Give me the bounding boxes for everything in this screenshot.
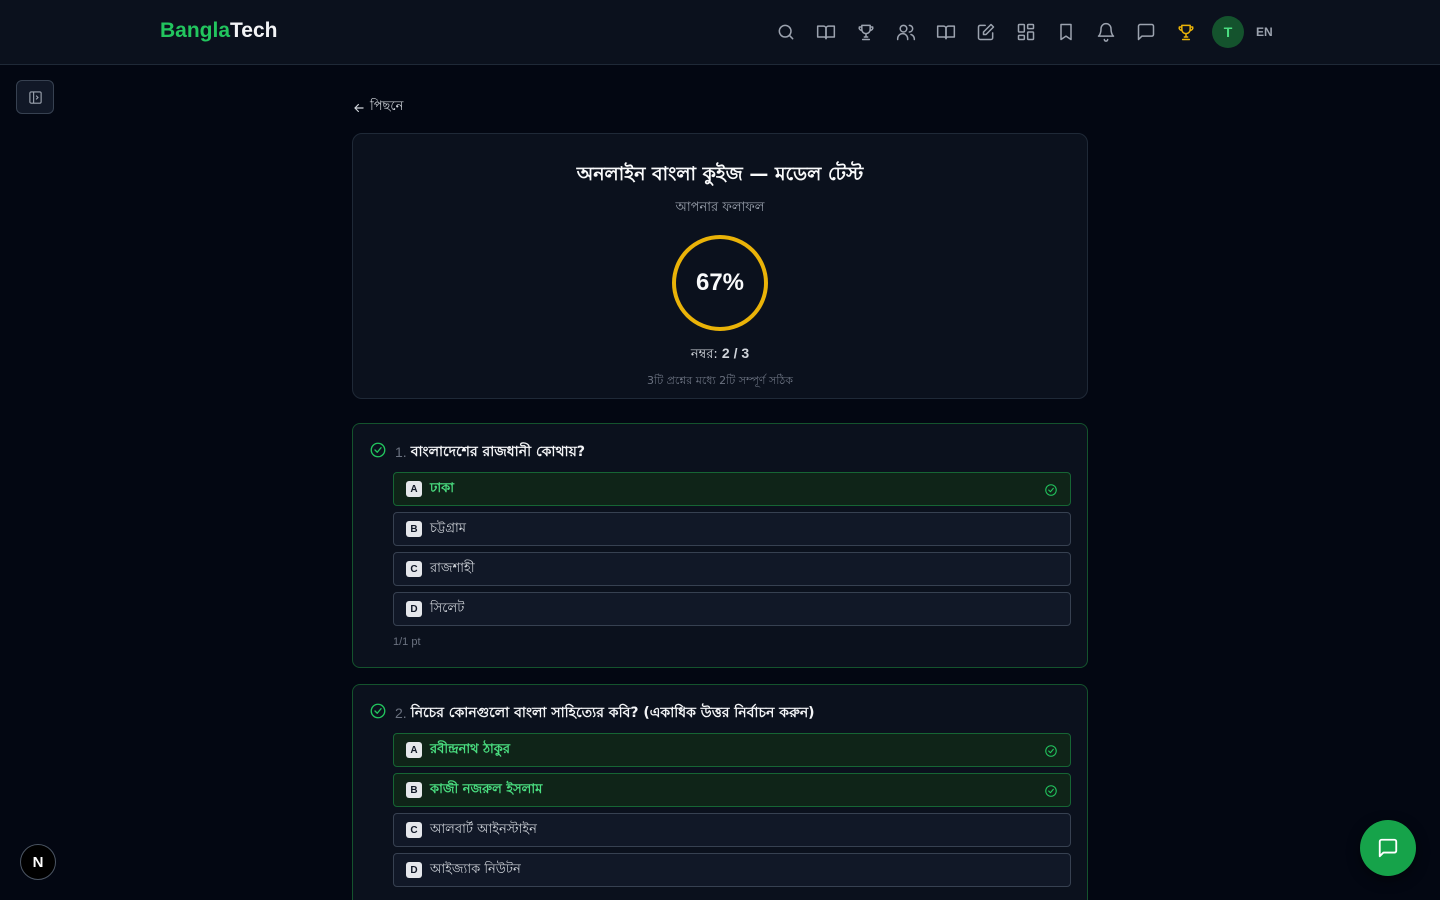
panel-left-icon bbox=[28, 90, 42, 104]
book-open-icon[interactable] bbox=[926, 12, 966, 52]
option-label: রাজশাহী bbox=[430, 560, 475, 576]
option-d[interactable]: D আইজ্যাক নিউটন bbox=[393, 853, 1071, 887]
check-circle-icon bbox=[1044, 783, 1058, 802]
option-label: আইজ্যাক নিউটন bbox=[430, 861, 521, 877]
question-number: 2. bbox=[395, 705, 407, 721]
brand-logo[interactable]: BanglaTech bbox=[160, 19, 277, 43]
check-circle-icon bbox=[369, 441, 387, 463]
option-label: আলবার্ট আইনস্টাইন bbox=[430, 821, 537, 837]
bell-icon[interactable] bbox=[1086, 12, 1126, 52]
arrow-left-icon bbox=[354, 103, 364, 112]
check-circle-icon bbox=[1044, 743, 1058, 762]
book-open-icon[interactable] bbox=[806, 12, 846, 52]
option-b[interactable]: B চট্টগ্রাম bbox=[393, 512, 1071, 546]
option-letter: B bbox=[406, 782, 422, 798]
score-detail: 3টি প্রশ্নের মধ্যে 2টি সম্পূর্ণ সঠিক bbox=[647, 374, 793, 387]
option-c[interactable]: C রাজশাহী bbox=[393, 552, 1071, 586]
trophy-icon[interactable] bbox=[1166, 12, 1206, 52]
users-icon[interactable] bbox=[886, 12, 926, 52]
language-toggle[interactable]: EN bbox=[1256, 25, 1273, 39]
top-header: BanglaTech T EN bbox=[0, 0, 1440, 65]
score-ring: 67% bbox=[672, 235, 768, 331]
option-b[interactable]: B কাজী নজরুল ইসলাম bbox=[393, 773, 1071, 807]
quiz-subtitle: আপনার ফলাফল bbox=[675, 200, 765, 215]
question-card: 1. বাংলাদেশের রাজধানী কোথায়? A ঢাকা B চ… bbox=[352, 423, 1088, 668]
question-card: 2. নিচের কোনগুলো বাংলা সাহিত্যের কবি? (এ… bbox=[352, 684, 1088, 900]
question-text: বাংলাদেশের রাজধানী কোথায়? bbox=[410, 444, 585, 460]
grid-icon[interactable] bbox=[1006, 12, 1046, 52]
trophy-icon[interactable] bbox=[846, 12, 886, 52]
option-letter: A bbox=[406, 481, 422, 497]
header-nav: T EN bbox=[766, 12, 1273, 52]
message-icon[interactable] bbox=[1126, 12, 1166, 52]
bookmark-icon[interactable] bbox=[1046, 12, 1086, 52]
question-header: 2. নিচের কোনগুলো বাংলা সাহিত্যের কবি? (এ… bbox=[369, 701, 815, 725]
option-c[interactable]: C আলবার্ট আইনস্টাইন bbox=[393, 813, 1071, 847]
option-letter: B bbox=[406, 521, 422, 537]
option-letter: C bbox=[406, 561, 422, 577]
quiz-title: অনলাইন বাংলা কুইজ — মডেল টেস্ট bbox=[576, 163, 864, 185]
brand-part-2: Tech bbox=[230, 19, 278, 42]
option-label: সিলেট bbox=[430, 600, 465, 616]
option-a[interactable]: A ঢাকা bbox=[393, 472, 1071, 506]
user-avatar[interactable]: T bbox=[1212, 16, 1244, 48]
option-label: ঢাকা bbox=[430, 480, 454, 496]
back-button[interactable]: পিছনে bbox=[352, 97, 403, 118]
option-d[interactable]: D সিলেট bbox=[393, 592, 1071, 626]
option-a[interactable]: A রবীন্দ্রনাথ ঠাকুর bbox=[393, 733, 1071, 767]
brand-part-1: Bangla bbox=[160, 19, 231, 42]
back-label: পিছনে bbox=[370, 99, 404, 114]
question-header: 1. বাংলাদেশের রাজধানী কোথায়? bbox=[369, 440, 585, 464]
pencil-square-icon[interactable] bbox=[966, 12, 1006, 52]
score-percent: 67% bbox=[695, 269, 745, 296]
search-icon[interactable] bbox=[766, 12, 806, 52]
score-value: 2 / 3 bbox=[721, 345, 750, 361]
option-letter: A bbox=[406, 742, 422, 758]
score-line: নম্বর: 2 / 3 bbox=[353, 345, 1087, 366]
option-label: রবীন্দ্রনাথ ঠাকুর bbox=[430, 741, 511, 757]
option-label: চট্টগ্রাম bbox=[430, 520, 466, 536]
sidebar-toggle-button[interactable] bbox=[16, 80, 54, 114]
question-text: নিচের কোনগুলো বাংলা সাহিত্যের কবি? (একাধ… bbox=[410, 705, 815, 721]
option-label: কাজী নজরুল ইসলাম bbox=[430, 781, 543, 797]
check-circle-icon bbox=[369, 702, 387, 724]
nextjs-dev-badge[interactable]: N bbox=[20, 844, 56, 880]
question-number: 1. bbox=[395, 444, 407, 460]
option-letter: C bbox=[406, 822, 422, 838]
message-icon bbox=[1378, 838, 1398, 858]
question-points: 1/1 pt bbox=[393, 636, 421, 648]
score-label: নম্বর: bbox=[690, 347, 718, 362]
result-card: অনলাইন বাংলা কুইজ — মডেল টেস্ট আপনার ফলা… bbox=[352, 133, 1088, 399]
option-letter: D bbox=[406, 862, 422, 878]
option-letter: D bbox=[406, 601, 422, 617]
check-circle-icon bbox=[1044, 482, 1058, 501]
chat-button[interactable] bbox=[1360, 820, 1416, 876]
